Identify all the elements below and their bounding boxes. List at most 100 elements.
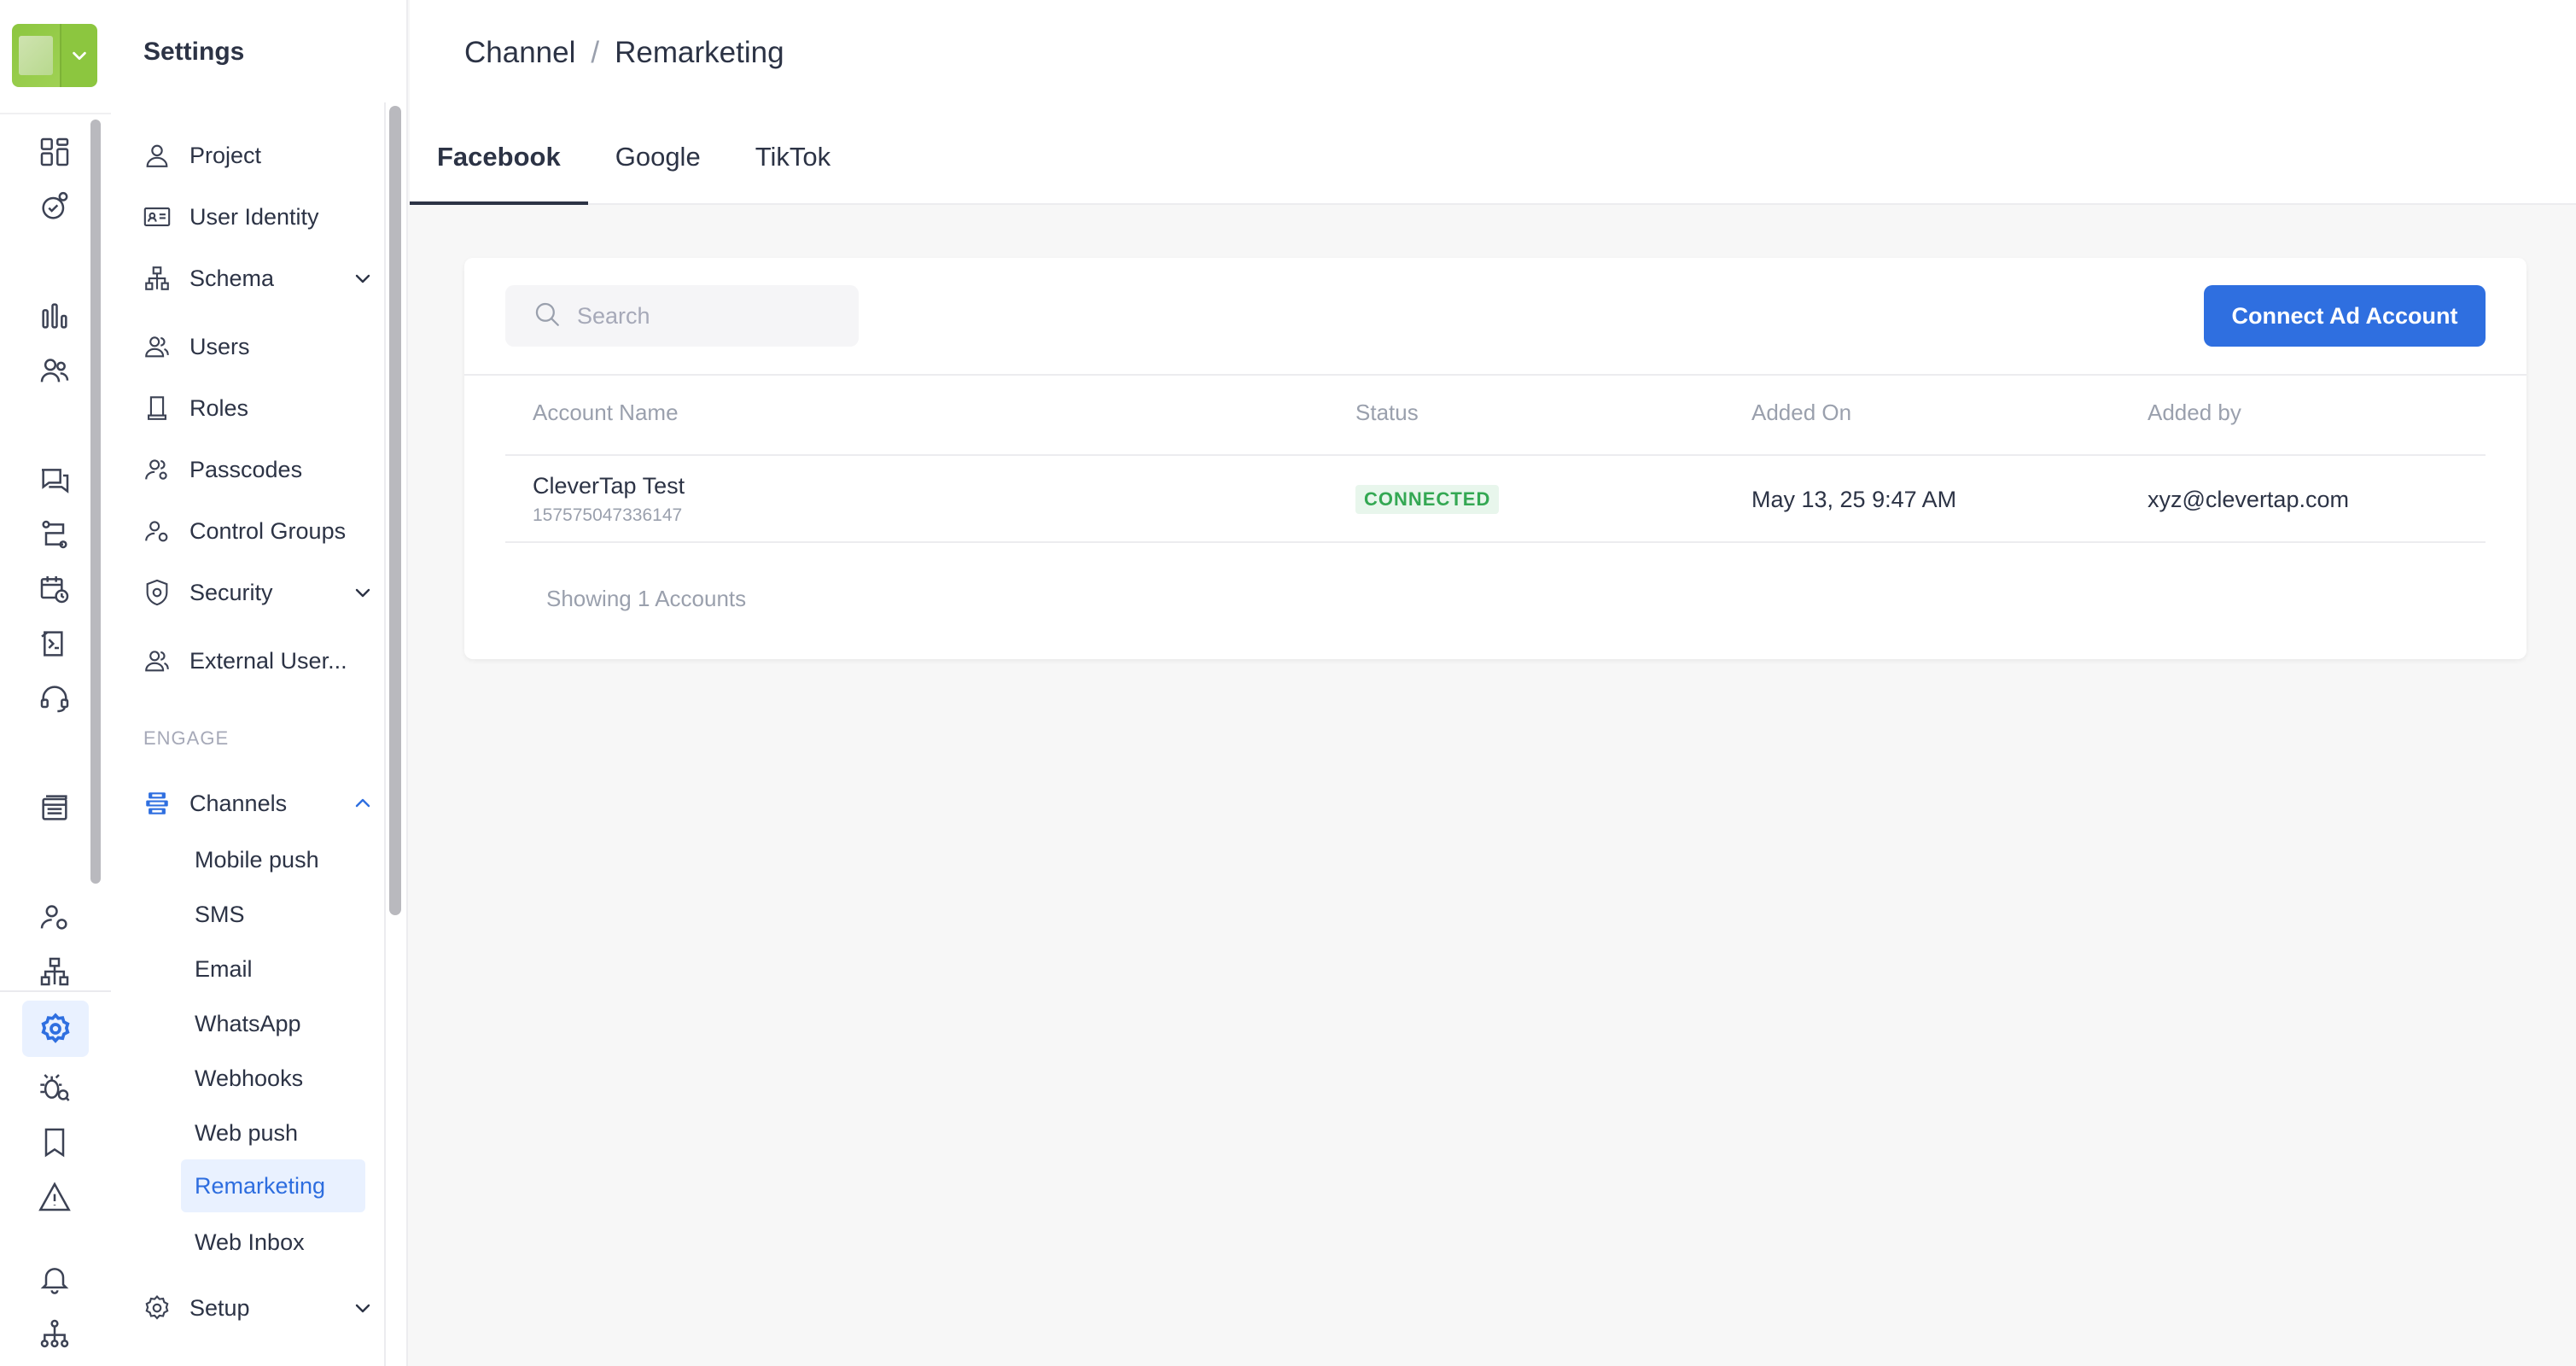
search-input[interactable] [577, 302, 850, 330]
channel-item-email[interactable]: Email [181, 943, 365, 995]
person-icon [142, 140, 172, 171]
shield-icon [142, 577, 172, 608]
nav-title: Settings [143, 38, 245, 66]
messages-icon[interactable] [31, 456, 79, 504]
added-by: xyz@clevertap.com [2148, 487, 2349, 512]
nav-item-users[interactable]: Users [137, 323, 376, 371]
channel-item-sms[interactable]: SMS [181, 888, 365, 941]
nav-scroll-track [384, 102, 386, 1366]
nav-item-external-users[interactable]: External User... [137, 637, 376, 685]
user-settings-icon[interactable] [31, 893, 79, 941]
column-header-status[interactable]: Status [1355, 400, 1419, 426]
nav-item-control-groups[interactable]: Control Groups [137, 507, 376, 555]
nav-item-label: External User... [189, 647, 347, 674]
nav-item-label: Passcodes [189, 456, 303, 482]
app-logo-switcher[interactable] [12, 24, 97, 87]
table-row[interactable]: CleverTap Test 157575047336147 CONNECTED… [505, 456, 2486, 543]
users-icon[interactable] [31, 347, 79, 394]
nav-item-passcodes[interactable]: Passcodes [137, 446, 376, 493]
channels-icon [142, 788, 172, 819]
nav-item-channels[interactable]: Channels [137, 779, 376, 827]
bookmark-icon[interactable] [31, 1118, 79, 1166]
rail-divider [0, 990, 111, 992]
analytics-icon[interactable] [31, 292, 79, 340]
nav-item-label: Roles [189, 394, 249, 421]
calendar-clock-icon[interactable] [31, 565, 79, 613]
column-header-account-name[interactable]: Account Name [533, 400, 679, 426]
nav-item-label: Channels [189, 790, 288, 816]
account-id: 157575047336147 [533, 505, 683, 525]
channel-item-web-push[interactable]: Web push [181, 1106, 365, 1159]
tab-tiktok[interactable]: TikTok [728, 130, 858, 205]
channel-item-remarketing[interactable]: Remarketing [181, 1159, 365, 1212]
nav-item-label: User Identity [189, 203, 319, 230]
added-on: May 13, 25 9:47 AM [1751, 487, 1957, 512]
catalog-icon[interactable] [31, 784, 79, 832]
icon-rail [0, 0, 111, 1366]
search-box[interactable] [505, 285, 859, 347]
debug-icon[interactable] [31, 1064, 79, 1112]
headset-icon[interactable] [31, 674, 79, 722]
ad-accounts-card: Connect Ad Account Account Name Status A… [464, 258, 2526, 659]
account-name: CleverTap Test [533, 473, 685, 499]
breadcrumb: Channel / Remarketing [464, 36, 784, 70]
settings-nav: Settings Project User Identity Schema Us… [111, 0, 408, 1366]
platform-tabs: Facebook Google TikTok [410, 130, 858, 205]
chevron-down-icon [350, 266, 376, 291]
nav-item-label: Setup [189, 1294, 250, 1321]
users-key-icon [142, 454, 172, 485]
nav-scrollbar[interactable] [389, 106, 401, 915]
chevron-down-icon [350, 580, 376, 605]
id-card-icon [142, 201, 172, 232]
dashboard-icon[interactable] [31, 128, 79, 176]
app-logo [12, 24, 60, 87]
nav-item-label: Project [189, 142, 262, 168]
notification-bell-icon[interactable] [31, 1255, 79, 1303]
page-header: Channel / Remarketing Facebook Google Ti… [410, 0, 2576, 205]
nav-item-label: Schema [189, 265, 275, 291]
chevron-down-icon [350, 1295, 376, 1321]
nav-item-user-identity[interactable]: User Identity [137, 193, 376, 241]
schema-icon [142, 263, 172, 294]
channel-item-mobile-push[interactable]: Mobile push [181, 833, 365, 886]
nav-item-label: Users [189, 333, 250, 359]
nav-item-label: Security [189, 579, 273, 605]
segments-icon[interactable] [31, 183, 79, 231]
roles-icon [142, 393, 172, 423]
users-icon [142, 331, 172, 362]
nav-item-label: Control Groups [189, 517, 347, 544]
channel-item-whatsapp[interactable]: WhatsApp [181, 997, 365, 1050]
breadcrumb-parent[interactable]: Channel [464, 36, 575, 70]
tab-facebook[interactable]: Facebook [410, 130, 588, 205]
table-header: Account Name Status Added On Added by [505, 374, 2486, 456]
gear-icon [142, 1293, 172, 1323]
channel-item-web-inbox[interactable]: Web Inbox [181, 1216, 365, 1269]
rail-scrollbar[interactable] [90, 120, 101, 884]
campaign-icon[interactable] [31, 620, 79, 668]
nav-item-roles[interactable]: Roles [137, 384, 376, 432]
breadcrumb-current: Remarketing [615, 36, 784, 69]
journeys-icon[interactable] [31, 511, 79, 558]
rail-divider [0, 113, 111, 114]
breadcrumb-separator: / [591, 36, 600, 69]
warning-icon[interactable] [31, 1173, 79, 1221]
column-header-added-on[interactable]: Added On [1751, 400, 1851, 426]
nav-section-engage: ENGAGE [143, 727, 230, 749]
nav-item-security[interactable]: Security [137, 569, 376, 616]
nav-item-schema[interactable]: Schema [137, 254, 376, 302]
schema-icon[interactable] [31, 948, 79, 995]
channel-item-webhooks[interactable]: Webhooks [181, 1052, 365, 1105]
search-icon [533, 300, 562, 333]
chevron-down-icon [60, 24, 97, 87]
column-header-added-by[interactable]: Added by [2148, 400, 2241, 426]
tab-google[interactable]: Google [588, 130, 728, 205]
user-gear-icon [142, 516, 172, 546]
org-tree-icon[interactable] [31, 1310, 79, 1357]
connect-ad-account-button[interactable]: Connect Ad Account [2204, 285, 2486, 347]
nav-item-project[interactable]: Project [137, 131, 376, 179]
nav-item-setup[interactable]: Setup [137, 1284, 376, 1332]
chevron-up-icon [350, 791, 376, 816]
users-icon [142, 645, 172, 676]
results-count: Showing 1 Accounts [546, 586, 747, 611]
settings-gear-icon[interactable] [22, 1001, 89, 1057]
